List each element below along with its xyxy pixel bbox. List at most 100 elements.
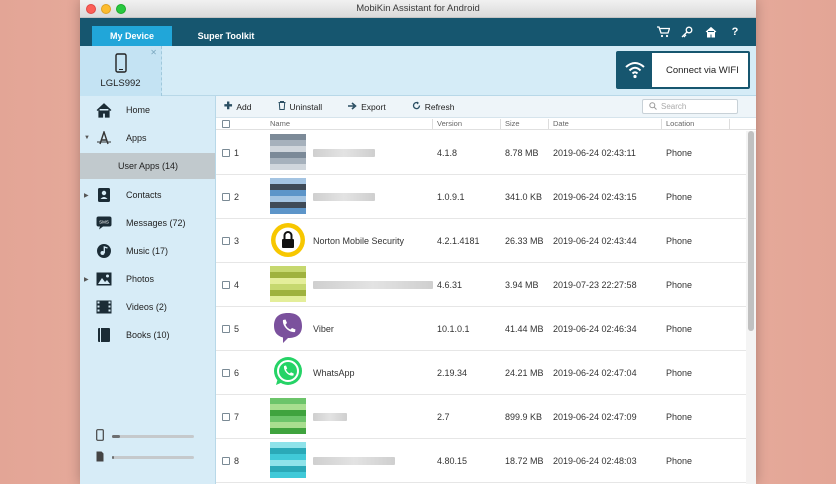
sidebar-item-apps[interactable]: ▼ Apps (80, 125, 215, 151)
close-window-button[interactable] (86, 4, 96, 14)
close-icon[interactable]: ✕ (150, 48, 157, 57)
row-number: 1 (234, 147, 240, 158)
app-date: 2019-06-24 02:46:34 (553, 323, 637, 334)
app-location: Phone (666, 367, 693, 378)
app-version: 4.2.1.4181 (437, 235, 480, 246)
scrollbar-thumb[interactable] (748, 131, 754, 331)
table-row[interactable]: 7 2.7 899.9 KB 2019-06-24 02:47:09 Phone (216, 395, 746, 439)
apps-table-body: 1 4.1.8 8.78 MB 2019-06-24 02:43:11 Phone 2 1.… (216, 131, 746, 484)
blurred-app-icon (270, 177, 306, 216)
minimize-window-button[interactable] (101, 4, 111, 14)
app-name-redacted (313, 148, 375, 157)
app-location: Phone (666, 191, 693, 202)
app-size: 24.21 MB (505, 367, 544, 378)
select-all-checkbox[interactable] (222, 119, 230, 128)
app-version: 2.19.34 (437, 367, 468, 378)
header-name[interactable]: Name (270, 119, 290, 128)
sidebar-item-label: Music (17) (126, 246, 169, 256)
key-icon[interactable] (680, 25, 694, 39)
row-number: 8 (234, 455, 240, 466)
sidebar-item-user-apps[interactable]: User Apps (14) (80, 153, 215, 179)
header-location[interactable]: Location (666, 119, 694, 128)
sidebar-item-messages[interactable]: SMS Messages (72) (80, 210, 215, 236)
expand-arrow-icon[interactable]: ▶ (84, 276, 89, 283)
header-version[interactable]: Version (437, 119, 462, 128)
sidebar-item-label: Videos (2) (126, 302, 167, 312)
table-row[interactable]: 3 Norton Mobile Security 4.2.1.4181 26.33 M… (216, 219, 746, 263)
phone-storage-icon (96, 429, 104, 443)
help-icon[interactable]: ? (728, 25, 742, 39)
row-checkbox[interactable] (222, 280, 230, 289)
refresh-button[interactable]: Refresh (412, 101, 454, 112)
app-size: 18.72 MB (505, 455, 544, 466)
sidebar-item-label: Home (126, 105, 151, 115)
app-date: 2019-06-24 02:43:11 (553, 147, 636, 158)
expand-arrow-icon[interactable]: ▼ (84, 135, 90, 141)
add-button[interactable]: ✚ Add (224, 101, 252, 112)
table-row[interactable]: 8 4.80.15 18.72 MB 2019-06-24 02:48:03 Phone (216, 439, 746, 483)
sidebar-item-photos[interactable]: ▶ Photos (80, 266, 215, 292)
blurred-app-icon (270, 397, 306, 436)
sd-storage-fill (112, 456, 114, 459)
row-checkbox[interactable] (222, 368, 230, 377)
sidebar-item-label: User Apps (14) (118, 161, 179, 171)
row-checkbox[interactable] (222, 456, 230, 465)
app-version: 2.7 (437, 411, 450, 422)
device-card[interactable]: ✕ LGLS992 (80, 46, 162, 96)
uninstall-label: Uninstall (289, 101, 323, 112)
sidebar-item-label: Contacts (126, 190, 162, 200)
maximize-window-button[interactable] (116, 4, 126, 14)
app-size: 899.9 KB (505, 411, 543, 422)
music-icon (96, 243, 112, 259)
row-checkbox[interactable] (222, 192, 230, 201)
device-name: LGLS992 (100, 78, 141, 89)
row-checkbox[interactable] (222, 148, 230, 157)
app-name-redacted (313, 192, 375, 201)
home-icon[interactable] (704, 25, 718, 39)
row-checkbox[interactable] (222, 324, 230, 333)
table-row[interactable]: 6 WhatsApp 2.19.34 24.21 MB 2019-06-24 02:47… (216, 351, 746, 395)
norton-icon (270, 222, 306, 260)
messages-icon: SMS (96, 215, 112, 231)
sidebar-item-books[interactable]: Books (10) (80, 322, 215, 348)
search-input[interactable] (661, 102, 731, 111)
app-version: 4.1.8 (437, 147, 458, 158)
svg-text:SMS: SMS (99, 220, 109, 225)
row-checkbox[interactable] (222, 236, 230, 245)
toolbar: ✚ Add Uninstall Export Refresh Search (216, 96, 756, 118)
sidebar-item-label: Apps (126, 133, 147, 143)
uninstall-button[interactable]: Uninstall (278, 101, 323, 112)
table-row[interactable]: 1 4.1.8 8.78 MB 2019-06-24 02:43:11 Phone (216, 131, 746, 175)
scrollbar[interactable] (746, 131, 756, 484)
header-size[interactable]: Size (505, 119, 520, 128)
tab-bar: My Device Super Toolkit ? (80, 18, 756, 46)
table-row[interactable]: 2 1.0.9.1 341.0 KB 2019-06-24 02:43:15 Phone (216, 175, 746, 219)
tab-my-device[interactable]: My Device (92, 26, 172, 46)
tab-super-toolkit[interactable]: Super Toolkit (190, 26, 262, 46)
search-box[interactable] (642, 99, 738, 114)
row-number: 2 (234, 191, 240, 202)
app-version: 10.1.0.1 (437, 323, 470, 334)
app-version: 4.80.15 (437, 455, 468, 466)
table-row[interactable]: 4 4.6.31 3.94 MB 2019-07-23 22:27:58 Phone (216, 263, 746, 307)
sidebar-item-label: Messages (72) (126, 218, 186, 228)
wifi-icon (618, 53, 652, 87)
app-location: Phone (666, 235, 693, 246)
header-date[interactable]: Date (553, 119, 569, 128)
app-date: 2019-06-24 02:47:09 (553, 411, 637, 422)
sidebar-item-music[interactable]: Music (17) (80, 238, 215, 264)
sidebar-item-videos[interactable]: Videos (2) (80, 294, 215, 320)
row-checkbox[interactable] (222, 412, 230, 421)
sidebar-item-home[interactable]: Home (80, 97, 215, 123)
cart-icon[interactable] (656, 25, 670, 39)
sidebar-item-contacts[interactable]: ▶ Contacts (80, 182, 215, 208)
sidebar-item-label: Photos (126, 274, 155, 284)
app-size: 341.0 KB (505, 191, 543, 202)
app-name: Viber (313, 323, 334, 334)
expand-arrow-icon[interactable]: ▶ (84, 192, 89, 199)
app-name: Norton Mobile Security (313, 235, 405, 246)
table-row[interactable]: 5 Viber 10.1.0.1 41.44 MB 2019-06-24 02:46:3… (216, 307, 746, 351)
export-button[interactable]: Export (348, 102, 386, 112)
phone-storage-bar (112, 434, 194, 438)
connect-wifi-button[interactable]: Connect via WIFI (616, 51, 750, 89)
